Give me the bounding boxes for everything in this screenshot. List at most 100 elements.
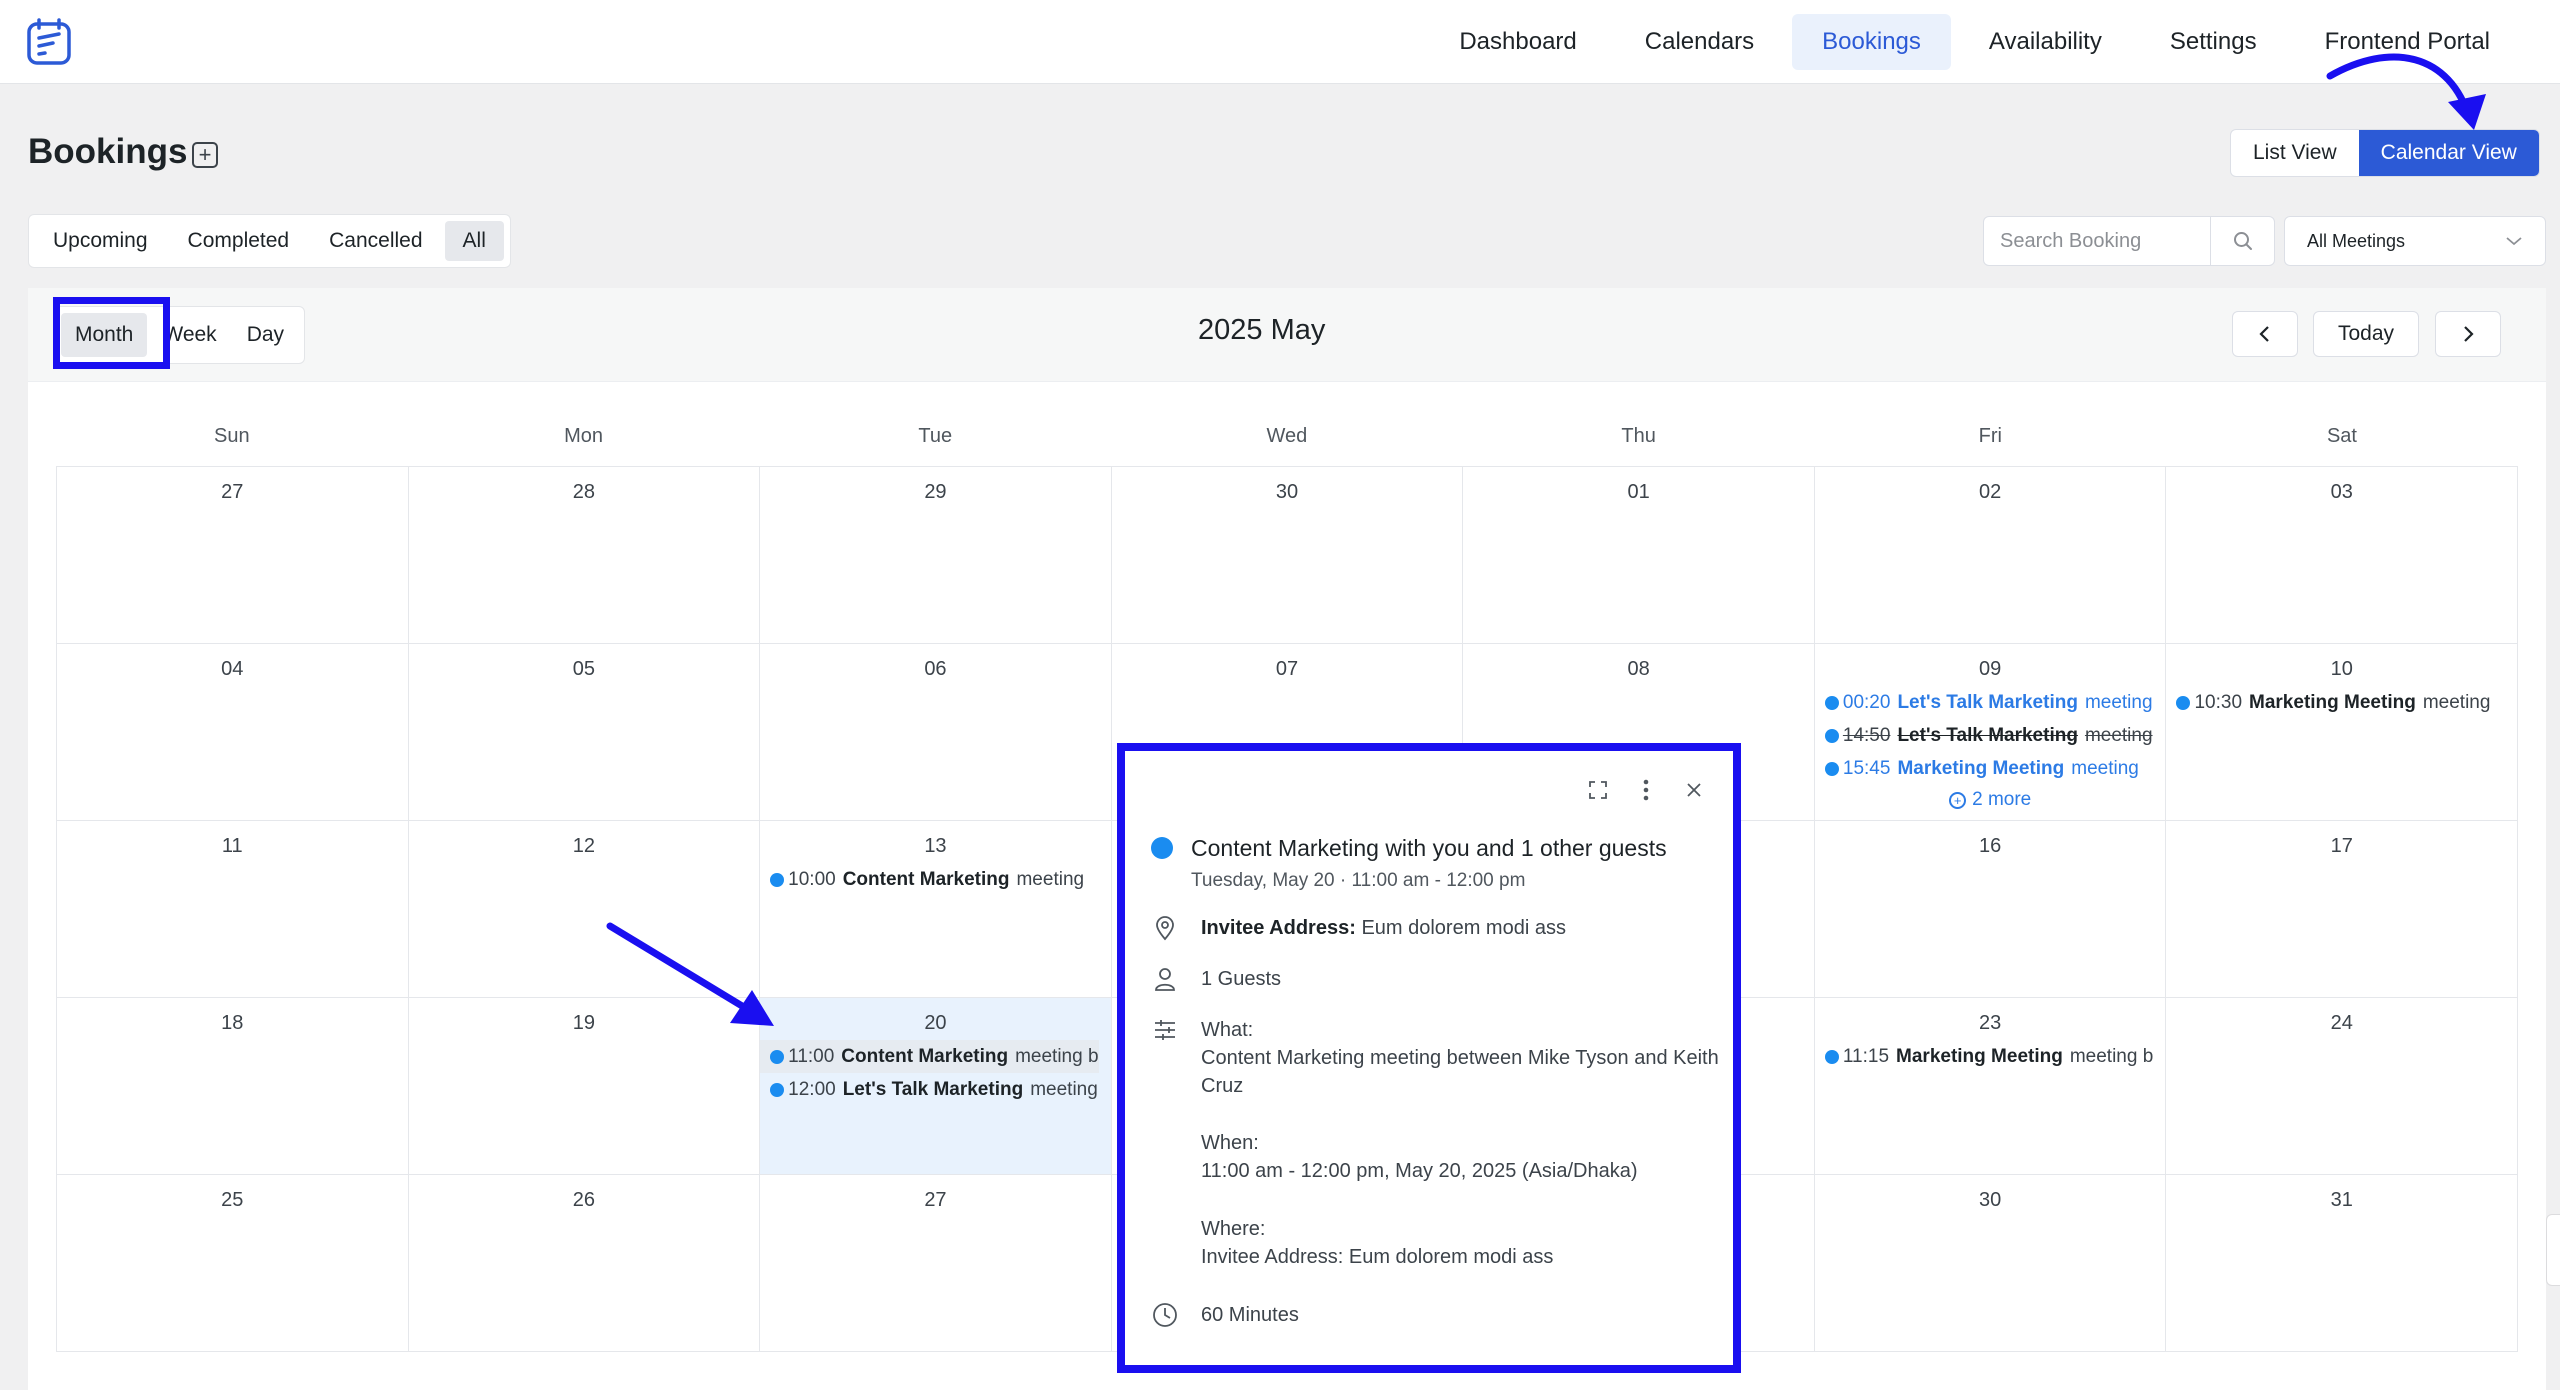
- nav-settings[interactable]: Settings: [2140, 14, 2287, 70]
- day-cell[interactable]: 19: [408, 998, 761, 1175]
- tab-cancelled[interactable]: Cancelled: [311, 221, 440, 261]
- day-cell[interactable]: 10 10:30 Marketing Meeting meeting: [2166, 644, 2519, 821]
- day-cell[interactable]: 29: [760, 467, 1112, 644]
- day-cell[interactable]: 02: [1814, 467, 2167, 644]
- day-cell[interactable]: 30: [1111, 467, 1464, 644]
- calendar-event[interactable]: 11:00 Content Marketing meeting b: [760, 1040, 1099, 1073]
- search-icon: [2233, 232, 2252, 250]
- event-title: Let's Talk Marketing: [1897, 691, 2078, 713]
- tab-upcoming[interactable]: Upcoming: [35, 221, 166, 261]
- event-type: meeting: [1016, 868, 1085, 890]
- day-cell[interactable]: 20 11:00 Content Marketing meeting b 12:00 Le…: [760, 998, 1112, 1175]
- where-label: Where:: [1201, 1218, 1266, 1240]
- day-number: 18: [221, 1012, 244, 1034]
- search-button[interactable]: [2210, 217, 2274, 265]
- weekday-label: Fri: [1978, 425, 2002, 447]
- nav-dashboard[interactable]: Dashboard: [1429, 14, 1606, 70]
- day-number: 17: [2330, 835, 2353, 857]
- event-dot: [770, 1082, 785, 1097]
- day-cell[interactable]: 25: [57, 1175, 409, 1352]
- calendar-event[interactable]: 11:15 Marketing Meeting meeting b: [1815, 1040, 2166, 1073]
- event-time: 14:50: [1842, 724, 1891, 746]
- event-dot: [1824, 761, 1839, 776]
- day-cell[interactable]: 03: [2166, 467, 2519, 644]
- list-view-button[interactable]: List View: [2231, 130, 2359, 176]
- app-logo-icon[interactable]: [26, 18, 72, 66]
- side-panel-handle[interactable]: [2546, 1214, 2560, 1286]
- event-time: 10:30: [2194, 691, 2243, 713]
- week-row: 27 28 29 30 01 02 03: [57, 467, 2519, 644]
- day-number: 07: [1275, 658, 1299, 680]
- next-month-button[interactable]: [2435, 311, 2501, 357]
- weekday-label: Sun: [214, 425, 250, 447]
- event-time: 11:15: [1842, 1045, 1890, 1067]
- duration-value: 60 Minutes: [1201, 1304, 1299, 1326]
- event-type: meeting: [2071, 757, 2139, 779]
- day-cell[interactable]: 28: [408, 467, 761, 644]
- close-icon[interactable]: [1681, 777, 1707, 803]
- day-number: 09: [1979, 658, 2002, 680]
- event-type: meeting b: [2069, 1045, 2154, 1067]
- more-events-link[interactable]: +2 more: [1815, 785, 2166, 815]
- add-booking-icon[interactable]: +: [192, 142, 218, 168]
- day-cell[interactable]: 13 10:00 Content Marketing meeting: [760, 821, 1112, 998]
- day-cell[interactable]: 04: [57, 644, 409, 821]
- event-color-dot: [1151, 837, 1173, 859]
- day-cell[interactable]: 27: [57, 467, 409, 644]
- what-row: What:: [1151, 1016, 1253, 1044]
- main-nav: Dashboard Calendars Bookings Availabilit…: [1429, 14, 2520, 70]
- range-day[interactable]: Day: [233, 313, 298, 357]
- tab-completed[interactable]: Completed: [170, 221, 308, 261]
- day-cell[interactable]: 30: [1814, 1175, 2167, 1352]
- calendar-title: 2025 May: [1198, 314, 1326, 346]
- event-dot: [1824, 695, 1839, 710]
- tab-all[interactable]: All: [444, 221, 504, 261]
- when-value: 11:00 am - 12:00 pm, May 20, 2025 (Asia/…: [1201, 1160, 1638, 1182]
- day-cell[interactable]: 31: [2166, 1175, 2519, 1352]
- day-cell[interactable]: 24: [2166, 998, 2519, 1175]
- chevron-right-icon: [2464, 326, 2474, 342]
- nav-frontend-portal[interactable]: Frontend Portal: [2295, 14, 2520, 70]
- day-cell[interactable]: 05: [408, 644, 761, 821]
- search-input[interactable]: [1984, 217, 2210, 265]
- event-title: Content Marketing: [841, 1045, 1009, 1067]
- day-cell[interactable]: 26: [408, 1175, 761, 1352]
- calendar-view-button[interactable]: Calendar View: [2358, 130, 2539, 176]
- day-number: 24: [2330, 1012, 2353, 1034]
- day-cell[interactable]: 12: [408, 821, 761, 998]
- day-number: 06: [924, 658, 947, 680]
- weekday-label: Mon: [564, 425, 603, 447]
- day-cell[interactable]: 23 11:15 Marketing Meeting meeting b: [1814, 998, 2167, 1175]
- nav-availability[interactable]: Availability: [1959, 14, 2132, 70]
- location-pin-icon: [1151, 914, 1179, 942]
- sliders-icon: [1151, 1016, 1179, 1044]
- calendar-event[interactable]: 15:45 Marketing Meeting meeting: [1815, 752, 2166, 785]
- calendar-event[interactable]: 12:00 Let's Talk Marketing meeting: [760, 1073, 1111, 1106]
- day-cell[interactable]: 17: [2166, 821, 2519, 998]
- event-time: 15:45: [1842, 757, 1891, 779]
- day-number: 31: [2330, 1189, 2353, 1211]
- calendar-event[interactable]: 14:50 Let's Talk Marketing meeting: [1815, 719, 2166, 752]
- meeting-select[interactable]: All Meetings: [2284, 216, 2546, 266]
- event-dot: [770, 1049, 785, 1064]
- calendar-event[interactable]: 00:20 Let's Talk Marketing meeting: [1815, 686, 2166, 719]
- day-cell[interactable]: 16: [1814, 821, 2167, 998]
- day-cell[interactable]: 09 00:20 Let's Talk Marketing meeting 14:50 L…: [1814, 644, 2167, 821]
- expand-icon[interactable]: [1585, 777, 1611, 803]
- prev-month-button[interactable]: [2232, 311, 2298, 357]
- day-number: 12: [572, 835, 595, 857]
- calendar-event[interactable]: 10:30 Marketing Meeting meeting: [2166, 686, 2517, 719]
- day-cell[interactable]: 27: [760, 1175, 1112, 1352]
- event-dot: [1824, 728, 1839, 743]
- nav-calendars[interactable]: Calendars: [1615, 14, 1784, 70]
- more-options-icon[interactable]: [1633, 777, 1659, 803]
- today-button[interactable]: Today: [2313, 311, 2419, 357]
- calendar-event[interactable]: 10:00 Content Marketing meeting: [760, 863, 1111, 896]
- day-cell[interactable]: 06: [760, 644, 1112, 821]
- day-cell[interactable]: 01: [1463, 467, 1815, 644]
- day-cell[interactable]: 11: [57, 821, 409, 998]
- nav-bookings[interactable]: Bookings: [1792, 14, 1951, 70]
- day-number: 26: [572, 1189, 595, 1211]
- month-highlight-box: [53, 297, 170, 369]
- day-cell[interactable]: 18: [57, 998, 409, 1175]
